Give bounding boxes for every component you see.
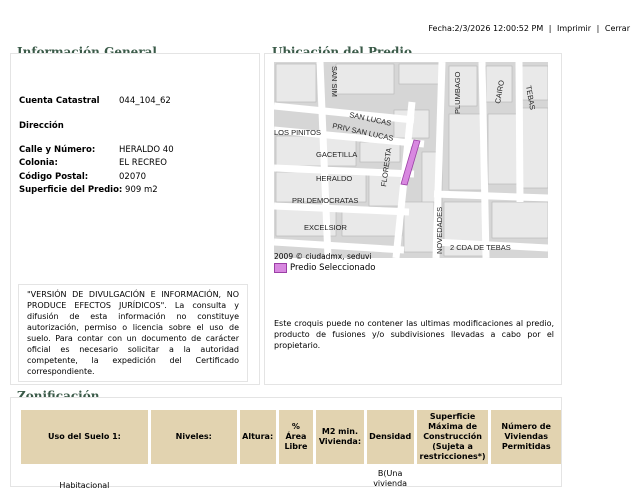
calle-label: Calle y Número:: [19, 145, 96, 155]
superficie-value: 909 m2: [125, 185, 158, 195]
map-legend: Predio Seleccionado: [274, 263, 376, 273]
col-superficie-max: Superficie Máxima de Construcción (Sujet…: [416, 410, 489, 464]
cp-value: 02070: [119, 172, 147, 182]
cell-densidad: B(Una vivienda: [373, 469, 408, 488]
cerrar-link[interactable]: Cerrar: [605, 24, 630, 33]
col-area-libre: % Área Libre: [278, 410, 314, 464]
street-excelsior: EXCELSIOR: [304, 223, 348, 232]
cell-area-libre: [279, 467, 314, 493]
cell-superficie-max: [417, 467, 489, 493]
street-los-pinitos: LOS PINITOS: [274, 128, 321, 137]
direccion-label: Dirección: [19, 121, 64, 131]
map-note: Este croquis puede no contener las ultim…: [274, 319, 554, 350]
cuenta-label: Cuenta Catastral: [19, 96, 100, 106]
cell-m2-vivienda: [316, 467, 363, 493]
col-num-viviendas: Número de Viviendas Permitidas: [491, 410, 561, 464]
calle-value: HERALDO 40: [119, 145, 174, 155]
table-header-row: Uso del Suelo 1: Niveles: Altura: % Área…: [21, 410, 561, 464]
superficie-label: Superficie del Predio:: [19, 185, 123, 195]
col-densidad: Densidad: [366, 410, 414, 464]
cuenta-row: Cuenta Catastral 044_104_62: [19, 96, 171, 106]
top-bar: Fecha:2/3/2026 12:00:52 PM | Imprimir | …: [428, 24, 630, 33]
disclaimer-box: "VERSIÓN DE DIVULGACIÓN E INFORMACIÓN, N…: [18, 284, 248, 382]
street-gacetilla: GACETILLA: [316, 150, 357, 159]
colonia-row: Colonia: EL RECREO: [19, 158, 167, 168]
disclaimer-body: La consulta y difusión de esta informaci…: [27, 301, 239, 376]
imprimir-link[interactable]: Imprimir: [557, 24, 591, 33]
cell-num-viviendas: [491, 467, 561, 493]
street-plumbago: PLUMBAGO: [453, 71, 462, 114]
zonificacion-table: Uso del Suelo 1: Niveles: Altura: % Área…: [18, 407, 564, 496]
street-san-simon: SAN SIM: [330, 66, 339, 97]
predio-swatch: [274, 263, 287, 273]
fecha-text: Fecha:2/3/2026 12:00:52 PM: [428, 24, 544, 33]
cell-uso-suelo: Habitacional: [59, 481, 110, 490]
col-uso-suelo: Uso del Suelo 1:: [21, 410, 148, 464]
map-copyright: 2009 © ciudadmx, seduvi: [274, 252, 372, 261]
col-niveles: Niveles:: [150, 410, 237, 464]
direccion-row: Dirección: [19, 121, 119, 131]
street-2-cda-tebas: 2 CDA DE TEBAS: [450, 243, 511, 252]
street-heraldo: HERALDO: [316, 174, 352, 183]
table-row: Habitacional B(Una vivienda: [21, 467, 561, 493]
col-altura: Altura:: [239, 410, 276, 464]
cp-row: Código Postal: 02070: [19, 172, 146, 182]
cp-label: Código Postal:: [19, 172, 89, 182]
colonia-value: EL RECREO: [119, 158, 167, 168]
location-map[interactable]: SAN SIM SAN LUCAS PRIV SAN LUCAS LOS PIN…: [274, 62, 548, 258]
colonia-label: Colonia:: [19, 158, 58, 168]
street-novedades: NOVEDADES: [435, 207, 444, 254]
col-m2-vivienda: M2 min. Vivienda:: [316, 410, 364, 464]
cell-niveles: [151, 467, 237, 493]
legend-label: Predio Seleccionado: [290, 263, 376, 273]
cell-altura: [240, 467, 276, 493]
street-pri-democratas: PRI DEMOCRATAS: [292, 196, 358, 205]
cuenta-value: 044_104_62: [119, 96, 171, 106]
calle-row: Calle y Número: HERALDO 40: [19, 145, 174, 155]
superficie-row: Superficie del Predio: 909 m2: [19, 185, 158, 195]
